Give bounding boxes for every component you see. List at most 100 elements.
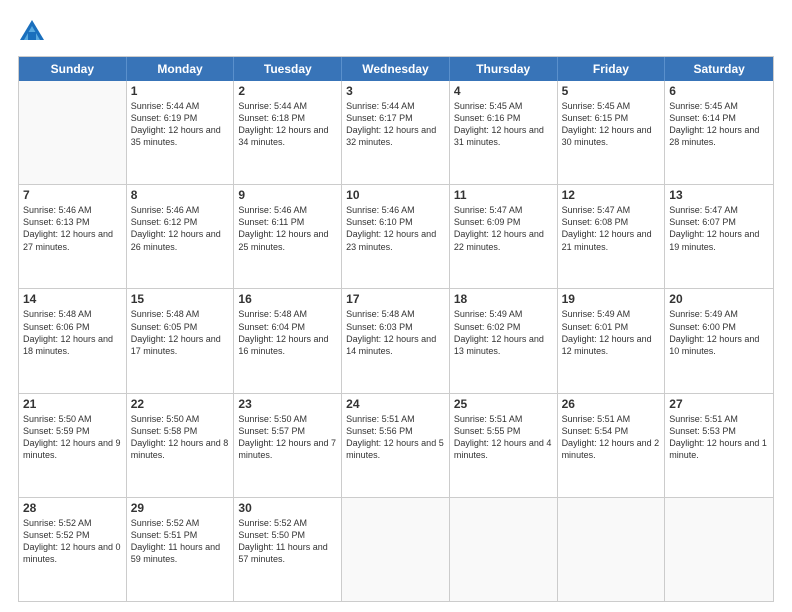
cell-info: Sunrise: 5:49 AM Sunset: 6:00 PM Dayligh…	[669, 308, 769, 357]
calendar-cell	[19, 81, 127, 184]
page: SundayMondayTuesdayWednesdayThursdayFrid…	[0, 0, 792, 612]
cell-info: Sunrise: 5:48 AM Sunset: 6:04 PM Dayligh…	[238, 308, 337, 357]
calendar-cell: 29 Sunrise: 5:52 AM Sunset: 5:51 PM Dayli…	[127, 498, 235, 601]
calendar-row: 14 Sunrise: 5:48 AM Sunset: 6:06 PM Dayli…	[19, 288, 773, 392]
calendar-cell: 13Sunrise: 5:47 AM Sunset: 6:07 PM Dayli…	[665, 185, 773, 288]
day-number: 25	[454, 397, 553, 411]
calendar-cell: 2Sunrise: 5:44 AM Sunset: 6:18 PM Daylig…	[234, 81, 342, 184]
calendar-cell: 24 Sunrise: 5:51 AM Sunset: 5:56 PM Dayli…	[342, 394, 450, 497]
calendar-cell: 26 Sunrise: 5:51 AM Sunset: 5:54 PM Dayli…	[558, 394, 666, 497]
calendar-cell: 8 Sunrise: 5:46 AM Sunset: 6:12 PM Daylig…	[127, 185, 235, 288]
cell-info: Sunrise: 5:44 AM Sunset: 6:17 PM Dayligh…	[346, 100, 445, 149]
day-number: 13	[669, 188, 769, 202]
day-number: 26	[562, 397, 661, 411]
day-number: 17	[346, 292, 445, 306]
calendar-cell: 27Sunrise: 5:51 AM Sunset: 5:53 PM Dayli…	[665, 394, 773, 497]
day-number: 19	[562, 292, 661, 306]
calendar-cell	[665, 498, 773, 601]
cell-info: Sunrise: 5:47 AM Sunset: 6:08 PM Dayligh…	[562, 204, 661, 253]
day-number: 12	[562, 188, 661, 202]
day-number: 18	[454, 292, 553, 306]
calendar-cell	[558, 498, 666, 601]
calendar-cell: 9Sunrise: 5:46 AM Sunset: 6:11 PM Daylig…	[234, 185, 342, 288]
calendar-cell: 4 Sunrise: 5:45 AM Sunset: 6:16 PM Daylig…	[450, 81, 558, 184]
cell-info: Sunrise: 5:46 AM Sunset: 6:12 PM Dayligh…	[131, 204, 230, 253]
weekday-header: Tuesday	[234, 57, 342, 81]
day-number: 10	[346, 188, 445, 202]
calendar-cell: 23 Sunrise: 5:50 AM Sunset: 5:57 PM Dayli…	[234, 394, 342, 497]
cell-info: Sunrise: 5:45 AM Sunset: 6:14 PM Dayligh…	[669, 100, 769, 149]
calendar-cell: 28Sunrise: 5:52 AM Sunset: 5:52 PM Dayli…	[19, 498, 127, 601]
day-number: 22	[131, 397, 230, 411]
cell-info: Sunrise: 5:49 AM Sunset: 6:01 PM Dayligh…	[562, 308, 661, 357]
weekday-header: Monday	[127, 57, 235, 81]
cell-info: Sunrise: 5:51 AM Sunset: 5:54 PM Dayligh…	[562, 413, 661, 462]
calendar-cell: 3Sunrise: 5:44 AM Sunset: 6:17 PM Daylig…	[342, 81, 450, 184]
day-number: 5	[562, 84, 661, 98]
weekday-header: Sunday	[19, 57, 127, 81]
day-number: 23	[238, 397, 337, 411]
calendar-cell: 19 Sunrise: 5:49 AM Sunset: 6:01 PM Dayli…	[558, 289, 666, 392]
day-number: 20	[669, 292, 769, 306]
calendar-cell: 21 Sunrise: 5:50 AM Sunset: 5:59 PM Dayli…	[19, 394, 127, 497]
day-number: 27	[669, 397, 769, 411]
calendar-cell	[450, 498, 558, 601]
calendar-cell: 18 Sunrise: 5:49 AM Sunset: 6:02 PM Dayli…	[450, 289, 558, 392]
calendar-body: 1Sunrise: 5:44 AM Sunset: 6:19 PM Daylig…	[19, 81, 773, 601]
cell-info: Sunrise: 5:49 AM Sunset: 6:02 PM Dayligh…	[454, 308, 553, 357]
calendar-cell: 30Sunrise: 5:52 AM Sunset: 5:50 PM Dayli…	[234, 498, 342, 601]
calendar-cell: 5 Sunrise: 5:45 AM Sunset: 6:15 PM Daylig…	[558, 81, 666, 184]
cell-info: Sunrise: 5:44 AM Sunset: 6:18 PM Dayligh…	[238, 100, 337, 149]
cell-info: Sunrise: 5:48 AM Sunset: 6:03 PM Dayligh…	[346, 308, 445, 357]
day-number: 14	[23, 292, 122, 306]
day-number: 21	[23, 397, 122, 411]
calendar-cell: 1Sunrise: 5:44 AM Sunset: 6:19 PM Daylig…	[127, 81, 235, 184]
day-number: 28	[23, 501, 122, 515]
calendar-cell: 17 Sunrise: 5:48 AM Sunset: 6:03 PM Dayli…	[342, 289, 450, 392]
logo-icon	[18, 18, 46, 46]
day-number: 30	[238, 501, 337, 515]
calendar: SundayMondayTuesdayWednesdayThursdayFrid…	[18, 56, 774, 602]
weekday-header: Friday	[558, 57, 666, 81]
cell-info: Sunrise: 5:46 AM Sunset: 6:11 PM Dayligh…	[238, 204, 337, 253]
calendar-row: 21 Sunrise: 5:50 AM Sunset: 5:59 PM Dayli…	[19, 393, 773, 497]
logo	[18, 18, 50, 46]
calendar-cell: 12 Sunrise: 5:47 AM Sunset: 6:08 PM Dayli…	[558, 185, 666, 288]
calendar-cell: 22Sunrise: 5:50 AM Sunset: 5:58 PM Dayli…	[127, 394, 235, 497]
cell-info: Sunrise: 5:52 AM Sunset: 5:51 PM Dayligh…	[131, 517, 230, 566]
day-number: 8	[131, 188, 230, 202]
weekday-header: Saturday	[665, 57, 773, 81]
day-number: 6	[669, 84, 769, 98]
cell-info: Sunrise: 5:45 AM Sunset: 6:16 PM Dayligh…	[454, 100, 553, 149]
calendar-header: SundayMondayTuesdayWednesdayThursdayFrid…	[19, 57, 773, 81]
day-number: 4	[454, 84, 553, 98]
cell-info: Sunrise: 5:48 AM Sunset: 6:05 PM Dayligh…	[131, 308, 230, 357]
cell-info: Sunrise: 5:46 AM Sunset: 6:13 PM Dayligh…	[23, 204, 122, 253]
calendar-cell: 7 Sunrise: 5:46 AM Sunset: 6:13 PM Daylig…	[19, 185, 127, 288]
day-number: 16	[238, 292, 337, 306]
calendar-cell: 14 Sunrise: 5:48 AM Sunset: 6:06 PM Dayli…	[19, 289, 127, 392]
calendar-cell: 16 Sunrise: 5:48 AM Sunset: 6:04 PM Dayli…	[234, 289, 342, 392]
cell-info: Sunrise: 5:50 AM Sunset: 5:59 PM Dayligh…	[23, 413, 122, 462]
calendar-row: 1Sunrise: 5:44 AM Sunset: 6:19 PM Daylig…	[19, 81, 773, 184]
day-number: 15	[131, 292, 230, 306]
weekday-header: Wednesday	[342, 57, 450, 81]
cell-info: Sunrise: 5:45 AM Sunset: 6:15 PM Dayligh…	[562, 100, 661, 149]
cell-info: Sunrise: 5:50 AM Sunset: 5:57 PM Dayligh…	[238, 413, 337, 462]
calendar-row: 7 Sunrise: 5:46 AM Sunset: 6:13 PM Daylig…	[19, 184, 773, 288]
cell-info: Sunrise: 5:47 AM Sunset: 6:09 PM Dayligh…	[454, 204, 553, 253]
day-number: 24	[346, 397, 445, 411]
day-number: 7	[23, 188, 122, 202]
weekday-header: Thursday	[450, 57, 558, 81]
day-number: 29	[131, 501, 230, 515]
calendar-cell: 25Sunrise: 5:51 AM Sunset: 5:55 PM Dayli…	[450, 394, 558, 497]
header	[18, 18, 774, 46]
day-number: 11	[454, 188, 553, 202]
calendar-cell: 11 Sunrise: 5:47 AM Sunset: 6:09 PM Dayli…	[450, 185, 558, 288]
cell-info: Sunrise: 5:48 AM Sunset: 6:06 PM Dayligh…	[23, 308, 122, 357]
calendar-cell	[342, 498, 450, 601]
cell-info: Sunrise: 5:46 AM Sunset: 6:10 PM Dayligh…	[346, 204, 445, 253]
cell-info: Sunrise: 5:51 AM Sunset: 5:56 PM Dayligh…	[346, 413, 445, 462]
calendar-cell: 15 Sunrise: 5:48 AM Sunset: 6:05 PM Dayli…	[127, 289, 235, 392]
calendar-cell: 6 Sunrise: 5:45 AM Sunset: 6:14 PM Daylig…	[665, 81, 773, 184]
